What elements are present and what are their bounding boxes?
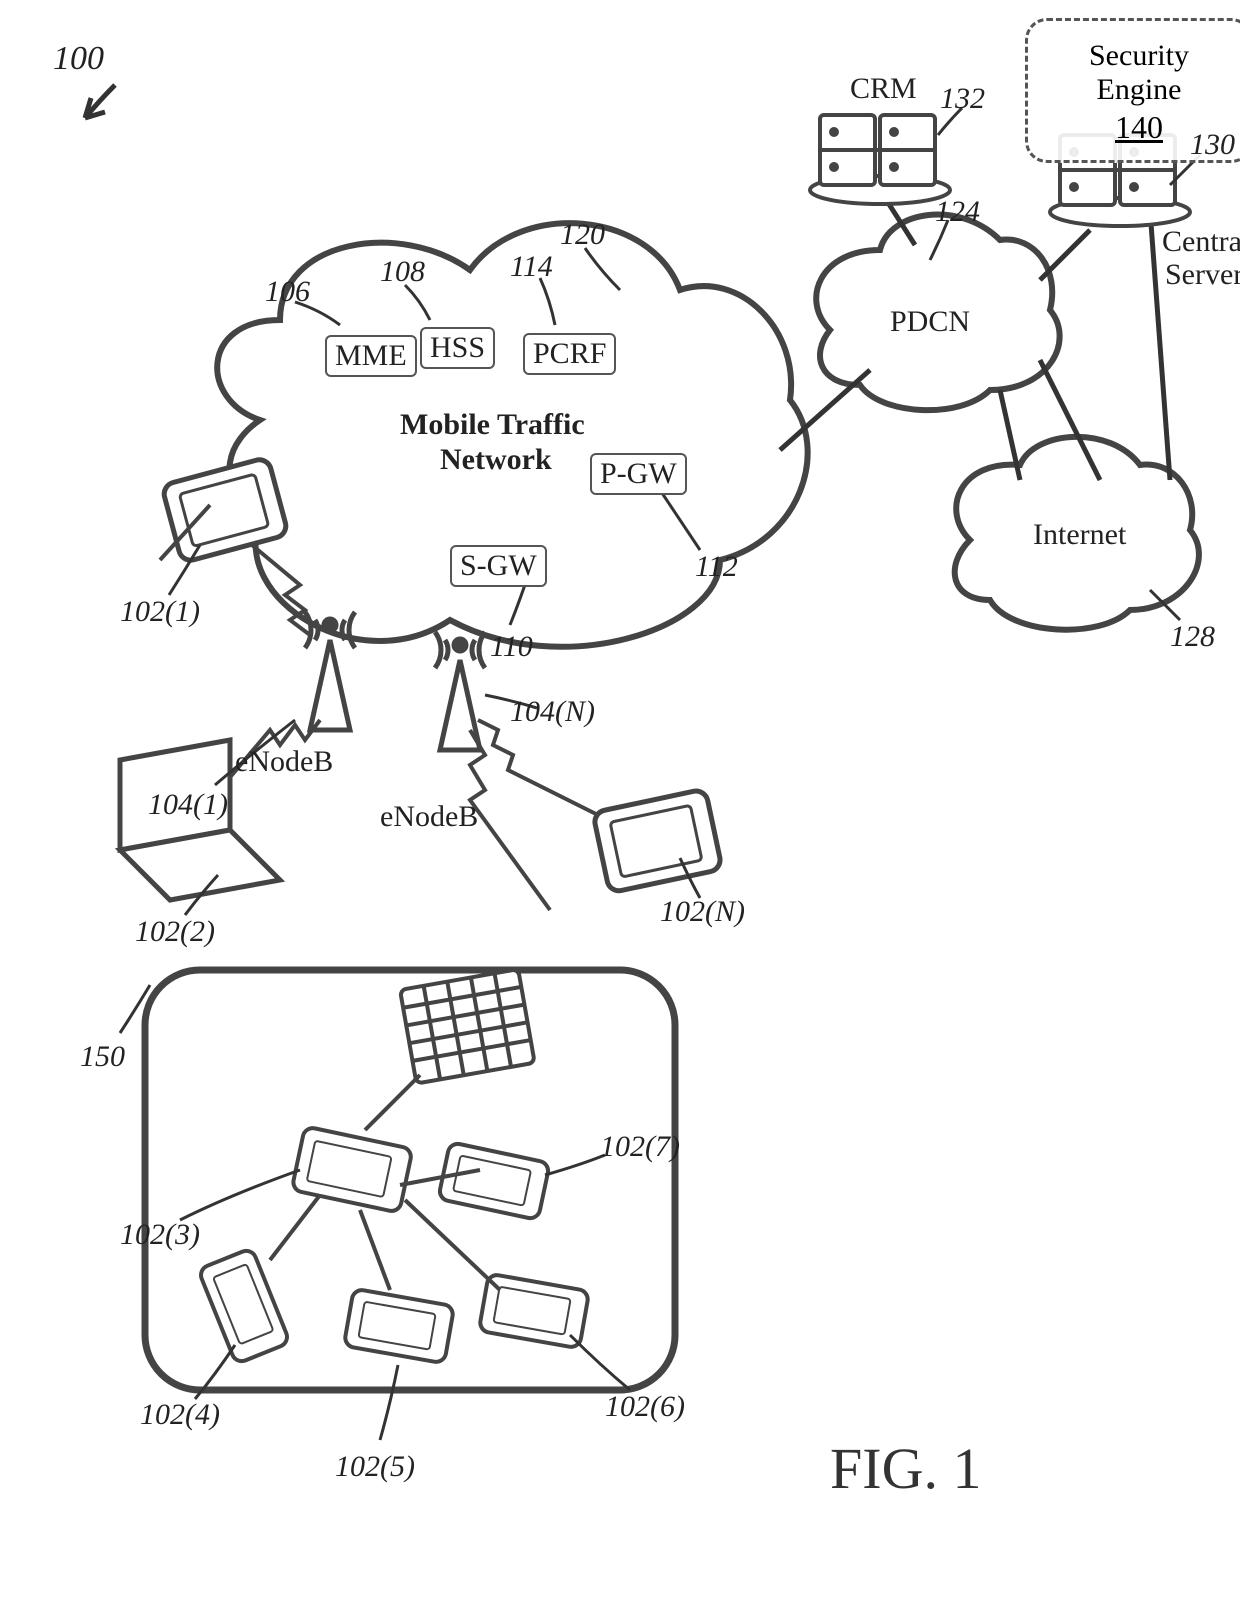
security-engine-title: Security Engine	[1054, 39, 1224, 107]
central-server-label-l1: Central	[1162, 225, 1240, 259]
device-tablet-n	[593, 789, 723, 893]
figure-number-arrow	[85, 85, 115, 118]
ref-pcrf: 114	[510, 250, 553, 284]
mtn-title-l1: Mobile Traffic	[400, 408, 585, 442]
central-server-ref: 130	[1190, 128, 1235, 162]
tower-enodeb-1	[305, 612, 355, 730]
box-pcrf: PCRF	[523, 333, 616, 375]
ref-102-n: 102(N)	[660, 895, 745, 929]
ref-102-1: 102(1)	[120, 595, 200, 629]
cloud-mtn-ref: 120	[560, 218, 605, 252]
enodeb-n-label: eNodeB	[380, 800, 478, 834]
ref-102-7: 102(7)	[600, 1130, 680, 1164]
crm-ref: 132	[940, 82, 985, 116]
enodeb-1-ref: 104(1)	[148, 788, 228, 822]
ref-hss: 108	[380, 255, 425, 289]
figure-number: 100	[53, 40, 104, 78]
ref-102-3: 102(3)	[120, 1218, 200, 1252]
enodeb-1-label: eNodeB	[235, 745, 333, 779]
ref-150: 150	[80, 1040, 125, 1074]
box-sgw: S-GW	[450, 545, 547, 587]
pdcn-ref: 124	[935, 195, 980, 229]
device-phone-4	[198, 1248, 290, 1364]
ref-pgw: 112	[695, 550, 738, 584]
box-mme: MME	[325, 335, 417, 377]
ref-102-5: 102(5)	[335, 1450, 415, 1484]
device-phone-7	[438, 1142, 550, 1220]
central-server-label-l2: Server	[1165, 258, 1240, 292]
ref-102-6: 102(6)	[605, 1390, 685, 1424]
ref-102-2: 102(2)	[135, 915, 215, 949]
internet-label: Internet	[1033, 518, 1126, 552]
figure-title: FIG. 1	[830, 1435, 981, 1502]
box-pgw: P-GW	[590, 453, 687, 495]
internet-ref: 128	[1170, 620, 1215, 654]
tower-enodeb-n	[435, 632, 485, 750]
crm-label: CRM	[850, 72, 917, 106]
server-crm	[810, 115, 950, 204]
enodeb-n-ref: 104(N)	[510, 695, 595, 729]
box-hss: HSS	[420, 327, 495, 369]
group-router	[400, 969, 535, 1083]
ref-102-4: 102(4)	[140, 1398, 220, 1432]
pdcn-label: PDCN	[890, 305, 970, 339]
mtn-title-l2: Network	[440, 443, 552, 477]
ref-mme: 106	[265, 275, 310, 309]
device-phone-3	[292, 1126, 413, 1212]
ref-sgw: 110	[490, 630, 533, 664]
device-phone-5	[344, 1289, 455, 1364]
